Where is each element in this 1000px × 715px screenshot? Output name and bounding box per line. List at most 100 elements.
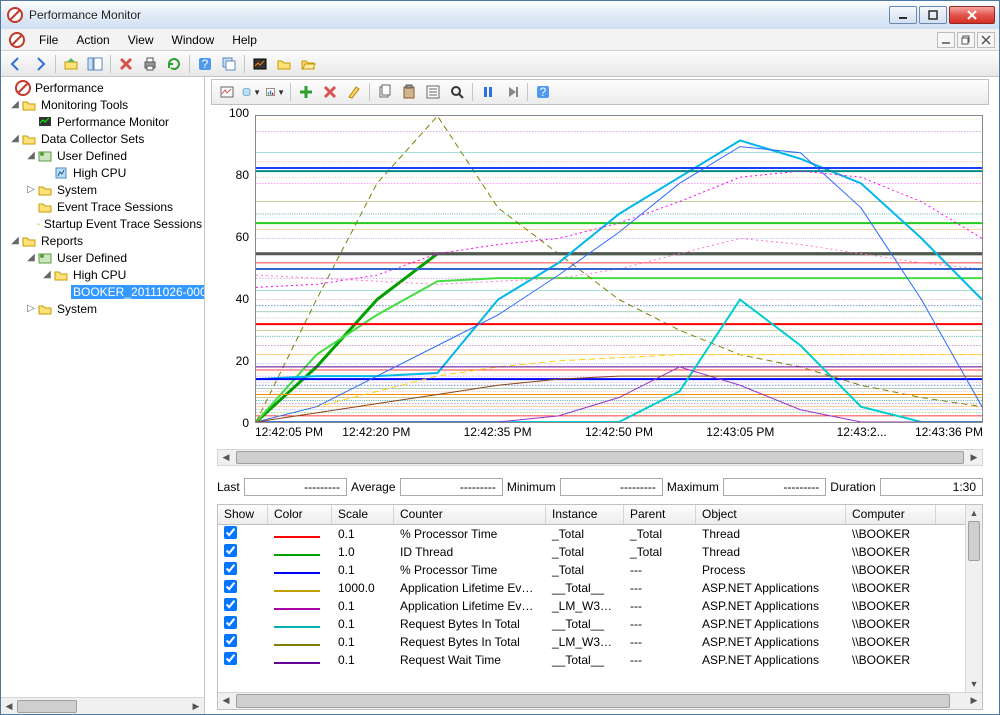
up-folder-button[interactable] xyxy=(60,53,82,75)
scale-cell: 0.1 xyxy=(332,599,394,613)
tree-dcs-system[interactable]: ▷System xyxy=(1,181,204,198)
back-button[interactable] xyxy=(5,53,27,75)
counter-table: Show Color Scale Counter Instance Parent… xyxy=(217,504,983,710)
tree-startup-event-trace[interactable]: Startup Event Trace Sessions xyxy=(1,215,204,232)
main-toolbar: ? xyxy=(1,51,999,77)
table-row[interactable]: 0.1Request Bytes In Total__Total__---ASP… xyxy=(218,615,965,633)
add-counter-button[interactable] xyxy=(295,81,317,103)
table-row[interactable]: 0.1Request Bytes In Total_LM_W3SV...---A… xyxy=(218,633,965,651)
hdr-object[interactable]: Object xyxy=(696,505,846,524)
mdi-close-button[interactable] xyxy=(977,32,995,48)
x-tick: 12:42:20 PM xyxy=(342,425,410,439)
zoom-button[interactable] xyxy=(446,81,468,103)
app-icon-small xyxy=(9,32,25,48)
x-tick: 12:42:50 PM xyxy=(585,425,653,439)
show-checkbox[interactable] xyxy=(224,598,237,611)
reports-icon xyxy=(21,233,37,249)
show-checkbox[interactable] xyxy=(224,562,237,575)
counter-hscrollbar[interactable]: ◀▶ xyxy=(218,692,982,709)
view-current-button[interactable] xyxy=(216,81,238,103)
show-checkbox[interactable] xyxy=(224,544,237,557)
computer-cell: \\BOOKER xyxy=(846,617,936,631)
properties-button[interactable] xyxy=(422,81,444,103)
table-row[interactable]: 1.0ID Thread_Total_TotalThread\\BOOKER xyxy=(218,543,965,561)
table-row[interactable]: 0.1Application Lifetime Even..._LM_W3SV.… xyxy=(218,597,965,615)
freeze-button[interactable] xyxy=(477,81,499,103)
help-button[interactable]: ? xyxy=(194,53,216,75)
hdr-parent[interactable]: Parent xyxy=(624,505,696,524)
counter-cell: Request Wait Time xyxy=(394,653,546,667)
update-button[interactable] xyxy=(501,81,523,103)
show-checkbox[interactable] xyxy=(224,526,237,539)
chart-hscrollbar[interactable]: ◀▶ xyxy=(217,449,983,466)
chart-type-button[interactable]: ▼ xyxy=(264,81,286,103)
tree-reports[interactable]: ◢Reports xyxy=(1,232,204,249)
tree-hscrollbar[interactable]: ◀▶ xyxy=(1,697,204,714)
show-checkbox[interactable] xyxy=(224,652,237,665)
hdr-show[interactable]: Show xyxy=(218,505,268,524)
chart-svg xyxy=(256,116,982,422)
print-button[interactable] xyxy=(139,53,161,75)
hdr-computer[interactable]: Computer xyxy=(846,505,936,524)
tree-booker-blg[interactable]: BOOKER_20111026-000001 xyxy=(1,283,204,300)
main-pane: ▼ ▼ ? 020406080100 xyxy=(205,77,999,714)
chart-toolbar: ▼ ▼ ? xyxy=(211,79,989,105)
parent-cell: --- xyxy=(624,581,696,595)
tree-reports-system[interactable]: ▷System xyxy=(1,300,204,317)
color-cell xyxy=(268,563,332,577)
hdr-counter[interactable]: Counter xyxy=(394,505,546,524)
table-row[interactable]: 1000.0Application Lifetime Even...__Tota… xyxy=(218,579,965,597)
folder-icon xyxy=(37,182,53,198)
tree-data-collector-sets[interactable]: ◢Data Collector Sets xyxy=(1,130,204,147)
perf-icon xyxy=(15,80,31,96)
counter-vscrollbar[interactable]: ▲▼ xyxy=(965,505,982,692)
tree-root[interactable]: Performance xyxy=(1,79,204,96)
stat-min-label: Minimum xyxy=(507,480,556,494)
maximize-button[interactable] xyxy=(919,6,947,24)
view-log-data-button[interactable]: ▼ xyxy=(240,81,262,103)
tree-monitoring-tools[interactable]: ◢Monitoring Tools xyxy=(1,96,204,113)
chart-help-button[interactable]: ? xyxy=(532,81,554,103)
svg-text:?: ? xyxy=(202,57,209,71)
chart-plot[interactable] xyxy=(255,115,983,423)
hdr-scale[interactable]: Scale xyxy=(332,505,394,524)
show-hide-tree-button[interactable] xyxy=(84,53,106,75)
instance-cell: __Total__ xyxy=(546,581,624,595)
minimize-button[interactable] xyxy=(889,6,917,24)
tree-performance-monitor[interactable]: Performance Monitor xyxy=(1,113,204,130)
mdi-minimize-button[interactable] xyxy=(937,32,955,48)
refresh-button[interactable] xyxy=(163,53,185,75)
hdr-instance[interactable]: Instance xyxy=(546,505,624,524)
forward-button[interactable] xyxy=(29,53,51,75)
menu-help[interactable]: Help xyxy=(224,31,265,49)
view-log-button[interactable] xyxy=(249,53,271,75)
paste-button[interactable] xyxy=(398,81,420,103)
y-tick: 80 xyxy=(211,168,249,182)
show-checkbox[interactable] xyxy=(224,616,237,629)
new-window-button[interactable] xyxy=(218,53,240,75)
tree-reports-high-cpu[interactable]: ◢High CPU xyxy=(1,266,204,283)
show-checkbox[interactable] xyxy=(224,634,237,647)
tree-reports-user-defined[interactable]: ◢User Defined xyxy=(1,249,204,266)
show-checkbox[interactable] xyxy=(224,580,237,593)
open-folder-button[interactable] xyxy=(297,53,319,75)
menu-view[interactable]: View xyxy=(120,31,162,49)
menu-window[interactable]: Window xyxy=(164,31,223,49)
mdi-restore-button[interactable] xyxy=(957,32,975,48)
table-row[interactable]: 0.1Request Wait Time__Total__---ASP.NET … xyxy=(218,651,965,669)
table-row[interactable]: 0.1% Processor Time_Total---Process\\BOO… xyxy=(218,561,965,579)
color-cell xyxy=(268,617,332,631)
highlight-button[interactable] xyxy=(343,81,365,103)
tree-user-defined[interactable]: ◢User Defined xyxy=(1,147,204,164)
table-row[interactable]: 0.1% Processor Time_Total_TotalThread\\B… xyxy=(218,525,965,543)
folder-button[interactable] xyxy=(273,53,295,75)
tree-high-cpu[interactable]: High CPU xyxy=(1,164,204,181)
menu-file[interactable]: File xyxy=(31,31,66,49)
close-button[interactable] xyxy=(949,6,995,24)
copy-button[interactable] xyxy=(374,81,396,103)
delete-button[interactable] xyxy=(115,53,137,75)
hdr-color[interactable]: Color xyxy=(268,505,332,524)
menu-action[interactable]: Action xyxy=(68,31,117,49)
remove-counter-button[interactable] xyxy=(319,81,341,103)
tree-event-trace-sessions[interactable]: Event Trace Sessions xyxy=(1,198,204,215)
